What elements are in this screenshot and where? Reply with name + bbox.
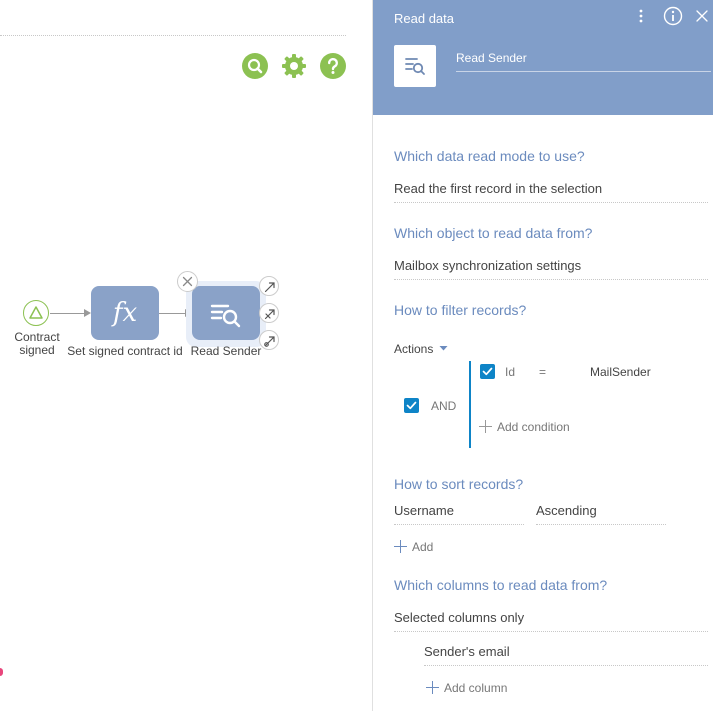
plus-icon [479, 420, 492, 433]
process-designer: Contract signed fx Set signed contract i… [0, 0, 713, 711]
element-name-field[interactable]: Read Sender [456, 50, 711, 72]
settings-tool-button[interactable] [281, 53, 307, 79]
filter-condition-value[interactable]: MailSender [590, 365, 651, 379]
filter-group-bracket [469, 361, 471, 448]
arrow-diagonal-icon [264, 282, 275, 293]
filter-question: How to filter records? [394, 302, 527, 318]
edge-marker [0, 668, 3, 676]
panel-header: Read data Read Sender [373, 0, 713, 115]
columns-mode-field[interactable]: Selected columns only [394, 610, 708, 632]
start-event-node[interactable] [23, 300, 49, 326]
filter-condition-checkbox[interactable] [480, 364, 495, 379]
close-icon [696, 10, 708, 22]
flow-connector[interactable] [50, 313, 84, 314]
object-question: Which object to read data from? [394, 225, 593, 241]
columns-question: Which columns to read data from? [394, 577, 608, 593]
plus-icon [394, 540, 407, 553]
check-icon [406, 401, 417, 410]
canvas-divider [0, 35, 346, 36]
formula-icon: fx [112, 298, 138, 328]
filter-actions-label: Actions [394, 342, 434, 356]
process-canvas[interactable]: Contract signed fx Set signed contract i… [0, 0, 372, 711]
filter-condition-column[interactable]: Id [505, 365, 515, 379]
default-flow-icon [264, 336, 275, 347]
search-tool-button[interactable] [242, 53, 268, 79]
add-sort-label: Add [412, 540, 434, 554]
info-button[interactable] [663, 6, 683, 26]
filter-actions-menu[interactable]: Actions [394, 342, 448, 356]
help-icon [320, 53, 346, 79]
object-field[interactable]: Mailbox synchronization settings [394, 258, 708, 280]
add-column-label: Add column [444, 681, 508, 695]
check-icon [482, 367, 493, 376]
filter-group-operator[interactable]: AND [431, 399, 456, 413]
conditional-flow-icon [264, 309, 275, 320]
sort-question: How to sort records? [394, 476, 524, 492]
add-conditional-flow-button[interactable] [259, 303, 279, 323]
read-mode-question: Which data read mode to use? [394, 148, 585, 164]
element-properties-panel: Read data Read Sender Which data read mo… [372, 0, 713, 711]
more-vertical-icon [639, 9, 643, 23]
delete-node-button[interactable] [177, 271, 198, 292]
close-panel-button[interactable] [695, 6, 709, 26]
formula-task-label: Set signed contract id [67, 344, 183, 358]
flow-connector[interactable] [159, 313, 185, 314]
start-event-label: Contract signed [14, 330, 60, 357]
add-default-flow-button[interactable] [259, 330, 279, 350]
read-mode-field[interactable]: Read the first record in the selection [394, 181, 708, 203]
info-icon [663, 6, 683, 26]
element-icon-box [394, 45, 436, 87]
gear-icon [282, 54, 306, 78]
filter-group-checkbox[interactable] [404, 398, 419, 413]
read-data-task-label: Read Sender [190, 344, 262, 358]
sort-direction-field[interactable]: Ascending [536, 503, 666, 525]
signal-triangle-icon [29, 306, 43, 319]
add-sequence-flow-button[interactable] [259, 276, 279, 296]
more-options-button[interactable] [635, 6, 647, 26]
filter-condition-operator[interactable]: = [539, 365, 546, 379]
caret-down-icon [439, 346, 448, 351]
add-column-button[interactable]: Add column [426, 681, 507, 695]
panel-title: Read data [394, 11, 454, 26]
search-icon [242, 53, 268, 79]
add-sort-button[interactable]: Add [394, 540, 433, 554]
add-condition-label: Add condition [497, 420, 570, 434]
plus-icon [426, 681, 439, 694]
add-condition-button[interactable]: Add condition [479, 420, 570, 434]
flow-arrowhead [84, 309, 91, 317]
read-data-task-node[interactable] [192, 286, 260, 340]
read-data-icon [405, 58, 425, 75]
close-icon [182, 276, 193, 287]
column-item[interactable]: Sender's email [424, 644, 708, 666]
sort-column-field[interactable]: Username [394, 503, 524, 525]
formula-task-node[interactable]: fx [91, 286, 159, 340]
help-tool-button[interactable] [320, 53, 346, 79]
read-data-icon [210, 304, 241, 328]
